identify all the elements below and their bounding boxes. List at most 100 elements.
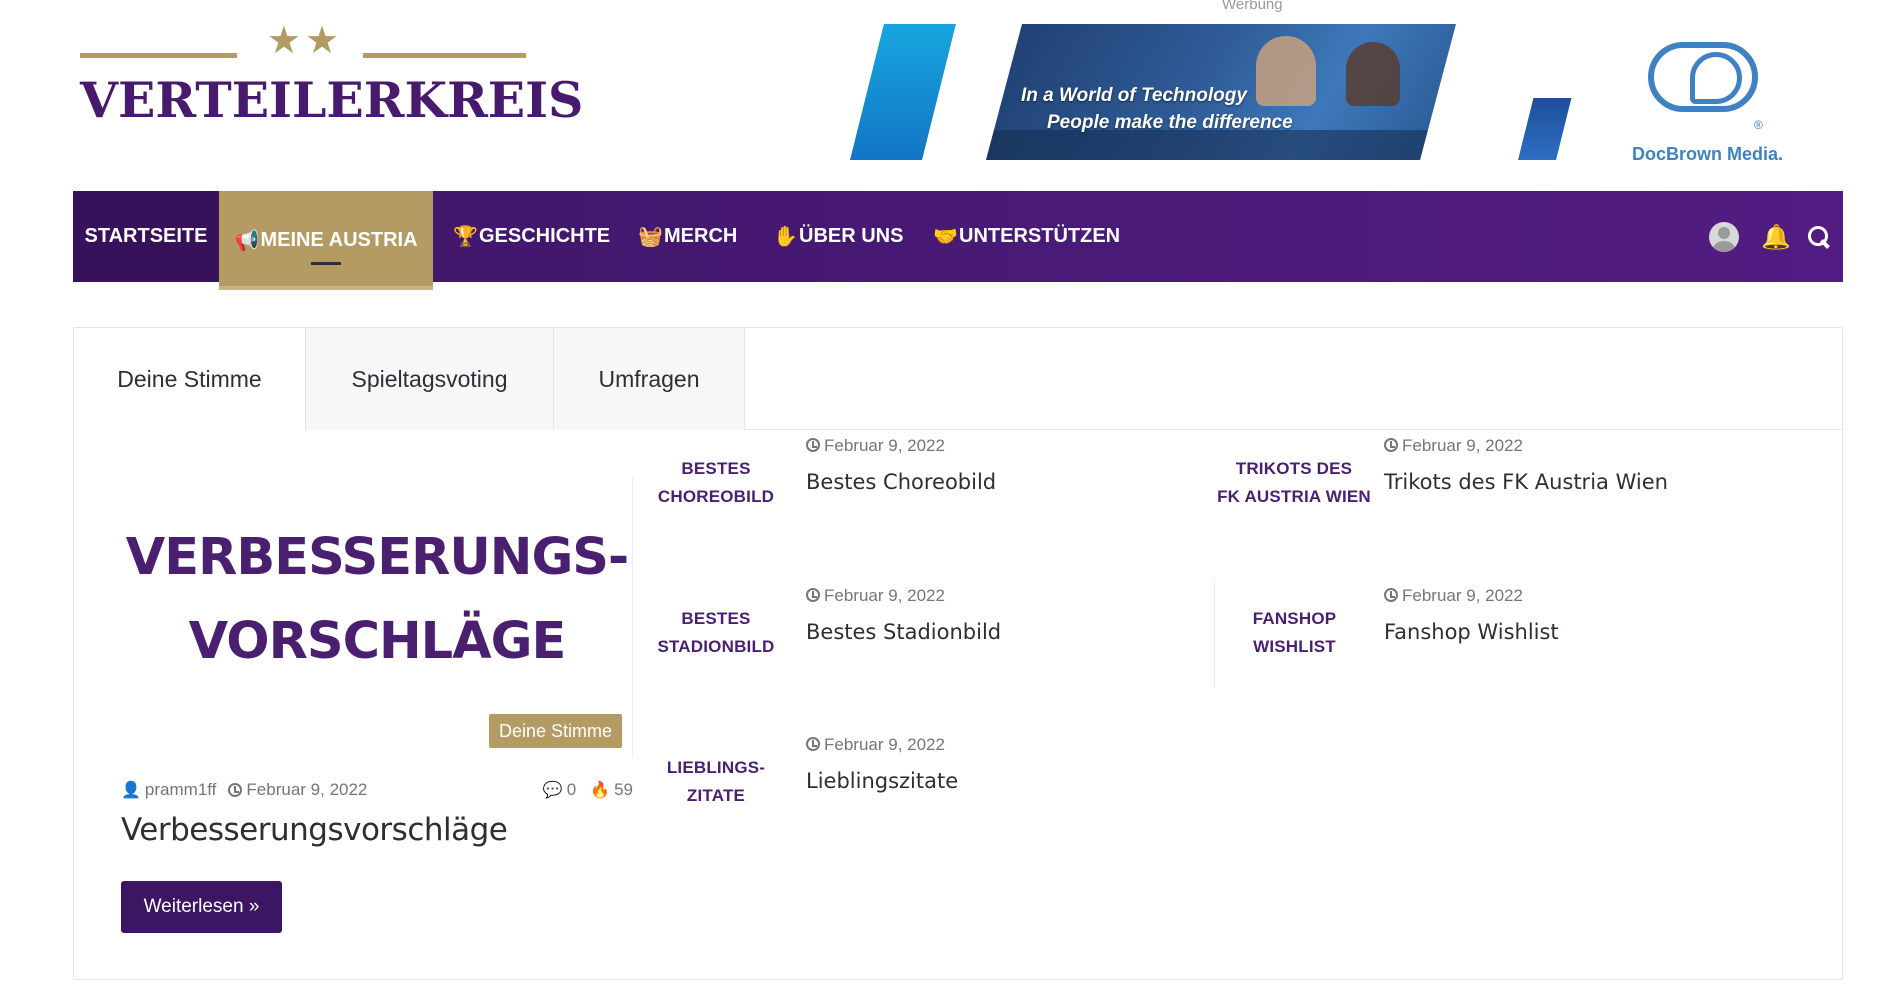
hand-icon: ✋ bbox=[773, 226, 798, 248]
nav-label: STARTSEITE bbox=[84, 225, 208, 247]
logo-stars-icon: ★★ bbox=[266, 18, 344, 62]
nav-label: UNTERSTÜTZEN bbox=[959, 225, 1121, 247]
post-date-row: Februar 9, 2022 bbox=[806, 586, 945, 606]
post-thumbnail[interactable]: BESTES STADIONBILD bbox=[636, 578, 796, 688]
post-date: Februar 9, 2022 bbox=[1402, 436, 1523, 455]
thumb-line-1: LIEBLINGS- bbox=[666, 758, 766, 777]
thumb-line-1: TRIKOTS DES bbox=[1235, 459, 1353, 478]
ad-tagline-line-1: In a World of Technology bbox=[1021, 85, 1247, 106]
category-badge[interactable]: Deine Stimme bbox=[489, 714, 623, 748]
post-date: Februar 9, 2022 bbox=[824, 436, 945, 455]
post-thumbnail[interactable]: BESTES CHOREOBILD bbox=[636, 428, 796, 538]
thumb-line-2: WISHLIST bbox=[1253, 637, 1336, 656]
bell-icon[interactable]: 🔔 bbox=[1761, 223, 1791, 251]
search-icon[interactable] bbox=[1807, 225, 1831, 249]
post-thumbnail[interactable]: FANSHOP WISHLIST bbox=[1214, 578, 1374, 688]
nav-item-merch[interactable]: 🧺 MERCH bbox=[638, 191, 737, 282]
logo-mark-shape bbox=[1690, 52, 1742, 104]
post-title[interactable]: Fanshop Wishlist bbox=[1384, 620, 1559, 644]
docbrown-logo-icon: ® bbox=[1638, 42, 1773, 132]
post-date: Februar 9, 2022 bbox=[246, 780, 368, 799]
thumb-line-2: CHOREOBILD bbox=[657, 487, 775, 506]
clock-icon bbox=[1384, 438, 1398, 452]
post-stats: 💬 0 🔥 59 bbox=[543, 780, 633, 800]
list-item: FANSHOP WISHLIST Februar 9, 2022 Fanshop … bbox=[1214, 578, 1734, 698]
thumb-line-2: ZITATE bbox=[686, 786, 746, 805]
nav-item-ueber-uns[interactable]: ✋ ÜBER UNS bbox=[773, 191, 903, 282]
post-date: Februar 9, 2022 bbox=[824, 586, 945, 605]
thumb-line-2: STADIONBILD bbox=[657, 637, 775, 656]
post-date-row: Februar 9, 2022 bbox=[1384, 436, 1523, 456]
basket-icon: 🧺 bbox=[638, 226, 663, 248]
nav-label: MERCH bbox=[664, 225, 738, 247]
read-more-button[interactable]: Weiterlesen » bbox=[121, 881, 282, 933]
handshake-icon: 🤝 bbox=[933, 226, 958, 248]
clock-icon bbox=[1384, 588, 1398, 602]
tabbed-content-block: Deine Stimme Spieltagsvoting Umfragen VE… bbox=[73, 327, 1843, 980]
post-date: Februar 9, 2022 bbox=[824, 735, 945, 754]
ad-tagline-line-2: People make the difference bbox=[1047, 112, 1293, 133]
comments-icon: 💬 bbox=[542, 782, 563, 799]
list-item: LIEBLINGS- ZITATE Februar 9, 2022 Lieblin… bbox=[636, 727, 1156, 847]
site-logo[interactable]: ★★ VERTEILERKREIS bbox=[80, 18, 584, 129]
nav-label: GESCHICHTE bbox=[479, 225, 611, 247]
ad-stripe-decoration bbox=[1518, 98, 1572, 160]
post-date-row: Februar 9, 2022 bbox=[806, 735, 945, 755]
tab-umfragen[interactable]: Umfragen bbox=[554, 328, 745, 430]
post-thumbnail[interactable]: LIEBLINGS- ZITATE bbox=[636, 727, 796, 837]
logo-line-right bbox=[363, 53, 526, 58]
post-title[interactable]: Trikots des FK Austria Wien bbox=[1384, 470, 1668, 494]
megaphone-icon: 📢 bbox=[234, 230, 260, 252]
thumb-line-1: BESTES bbox=[681, 459, 751, 478]
thumb-line-2: FK AUSTRIA WIEN bbox=[1217, 487, 1371, 506]
user-avatar-icon[interactable] bbox=[1709, 221, 1739, 252]
post-date-row: Februar 9, 2022 bbox=[1384, 586, 1523, 606]
tab-deine-stimme[interactable]: Deine Stimme bbox=[74, 328, 306, 431]
fire-icon: 🔥 bbox=[590, 782, 611, 799]
thumb-line-1: FANSHOP bbox=[1252, 609, 1337, 628]
ad-label: Werbung bbox=[1222, 0, 1283, 13]
tab-spieltagsvoting[interactable]: Spieltagsvoting bbox=[306, 328, 554, 430]
post-date: Februar 9, 2022 bbox=[1402, 586, 1523, 605]
post-title[interactable]: Lieblingszitate bbox=[806, 769, 958, 793]
post-thumbnail[interactable]: TRIKOTS DES FK AUSTRIA WIEN bbox=[1214, 428, 1374, 538]
featured-post-title[interactable]: Verbesserungsvorschläge bbox=[121, 812, 508, 848]
clock-icon bbox=[228, 783, 243, 797]
nav-actions: 🔔 bbox=[1709, 191, 1843, 282]
post-date-row: Februar 9, 2022 bbox=[806, 436, 945, 456]
ad-brand-name: DocBrown Media. bbox=[1632, 144, 1784, 160]
post-title[interactable]: Bestes Choreobild bbox=[806, 470, 996, 494]
nav-item-startseite[interactable]: STARTSEITE bbox=[73, 191, 219, 282]
list-item: BESTES STADIONBILD Februar 9, 2022 Bestes… bbox=[636, 578, 1156, 698]
featured-image-line-1: VERBESSERUNGS- bbox=[125, 528, 629, 587]
nav-item-unterstuetzen[interactable]: 🤝 UNTERSTÜTZEN bbox=[933, 191, 1120, 282]
list-item: BESTES CHOREOBILD Februar 9, 2022 Bestes … bbox=[636, 428, 1156, 548]
logo-line-left bbox=[80, 53, 237, 58]
logo-text: VERTEILERKREIS bbox=[80, 71, 584, 129]
comments-stat[interactable]: 💬 0 bbox=[543, 780, 576, 800]
clock-icon bbox=[806, 737, 820, 751]
ad-banner[interactable]: In a World of Technology People make the… bbox=[850, 24, 1795, 160]
nav-item-geschichte[interactable]: 🏆 GESCHICHTE bbox=[453, 191, 610, 282]
thumb-line-1: BESTES bbox=[681, 609, 751, 628]
comments-count: 0 bbox=[566, 780, 577, 799]
registered-mark: ® bbox=[1754, 118, 1763, 132]
ad-tagline: In a World of Technology People make the… bbox=[1021, 82, 1293, 136]
views-count: 59 bbox=[614, 780, 633, 799]
views-stat: 🔥 59 bbox=[590, 780, 633, 800]
ad-person-figure bbox=[1346, 42, 1400, 106]
nav-label: ÜBER UNS bbox=[799, 225, 904, 247]
main-navigation: STARTSEITE 📢 MEINE AUSTRIA 🏆 GESCHICHTE … bbox=[73, 191, 1843, 290]
list-item: TRIKOTS DES FK AUSTRIA WIEN Februar 9, 20… bbox=[1214, 428, 1734, 548]
featured-image-text: VERBESSERUNGS- VORSCHLÄGE bbox=[121, 516, 633, 684]
clock-icon bbox=[806, 588, 820, 602]
trophy-icon: 🏆 bbox=[453, 226, 478, 248]
author-icon: 👤 bbox=[121, 782, 141, 799]
featured-post-meta: 👤 pramm1ff Februar 9, 2022 💬 0 🔥 59 bbox=[121, 780, 633, 800]
post-title[interactable]: Bestes Stadionbild bbox=[806, 620, 1001, 644]
ad-stripe-decoration bbox=[850, 24, 956, 160]
nav-label: MEINE AUSTRIA bbox=[260, 229, 418, 251]
featured-image-line-2: VORSCHLÄGE bbox=[188, 612, 567, 671]
nav-item-meine-austria[interactable]: 📢 MEINE AUSTRIA bbox=[219, 191, 433, 290]
post-author[interactable]: pramm1ff bbox=[145, 780, 217, 800]
